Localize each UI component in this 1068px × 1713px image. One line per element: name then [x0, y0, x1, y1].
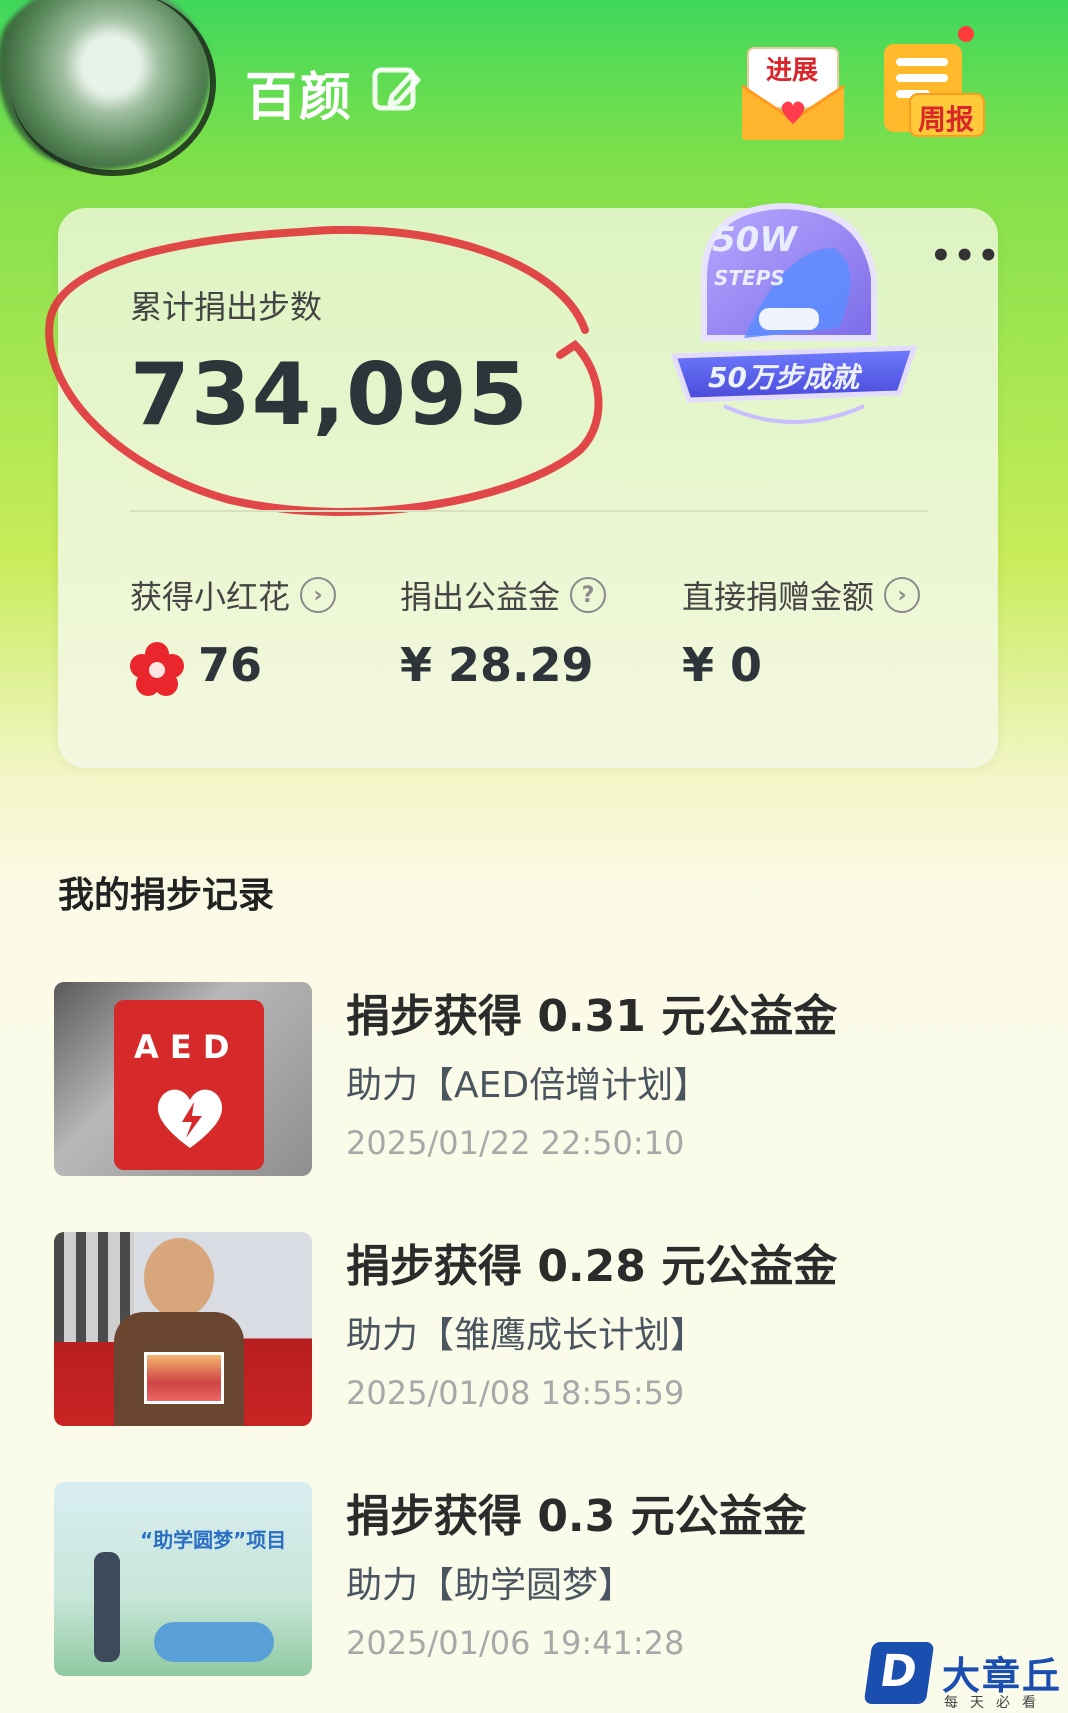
children-group: [154, 1622, 274, 1662]
badge-steps-text: STEPS: [714, 266, 785, 290]
record-title: 捐步获得 0.28 元公益金: [346, 1241, 838, 1292]
direct-donation-label: 直接捐赠金额: [682, 578, 875, 616]
record-thumbnail-study[interactable]: “助学圆梦”项目: [54, 1482, 312, 1676]
flowers-label: 获得小红花: [130, 578, 291, 616]
record-title: 捐步获得 0.3 元公益金: [346, 1491, 807, 1542]
arrow-right-circle-icon[interactable]: ›: [300, 577, 337, 613]
flowers-value: 76: [198, 638, 263, 692]
total-steps-value: 734,095: [130, 345, 529, 445]
arrow-right-circle-icon[interactable]: ›: [884, 577, 921, 613]
red-flower-icon: [130, 642, 184, 696]
heart-bolt-icon: [157, 1089, 223, 1148]
record-time: 2025/01/08 18:55:59: [346, 1374, 685, 1412]
record-project[interactable]: 助力【助学圆梦】: [346, 1556, 634, 1608]
watermark-logo: D: [863, 1642, 935, 1704]
records-section-title: 我的捐步记录: [58, 875, 275, 916]
watermark-sub: 每天必看: [944, 1695, 1048, 1711]
study-thumb-text: “助学圆梦”项目: [140, 1528, 287, 1552]
charity-fund-label: 捐出公益金: [400, 578, 561, 616]
achievement-badge[interactable]: 50W STEPS 50万步成就: [664, 188, 924, 448]
question-circle-icon[interactable]: ?: [570, 577, 607, 613]
record-thumbnail-aed[interactable]: A E D: [54, 982, 312, 1176]
direct-donation-label-group[interactable]: 直接捐赠金额 ›: [682, 572, 921, 618]
aed-text: A E D: [134, 1028, 230, 1066]
record-thumbnail-eagle[interactable]: [54, 1232, 312, 1426]
record-time: 2025/01/22 22:50:10: [346, 1124, 685, 1162]
total-steps-label: 累计捐出步数: [130, 288, 323, 326]
record-project[interactable]: 助力【雏鹰成长计划】: [346, 1306, 706, 1358]
drawing-paper: [144, 1352, 224, 1404]
record-title: 捐步获得 0.31 元公益金: [346, 991, 838, 1042]
badge-ribbon-text: 50万步成就: [708, 361, 859, 394]
direct-donation-value: ¥ 0: [682, 638, 763, 692]
record-project[interactable]: 助力【AED倍增计划】: [346, 1056, 709, 1108]
charity-fund-label-group[interactable]: 捐出公益金 ?: [400, 572, 607, 618]
card-divider: [130, 510, 928, 512]
badge-top-text: 50W: [712, 220, 797, 260]
child-face: [144, 1238, 214, 1318]
teacher-figure: [94, 1552, 120, 1662]
charity-fund-value: ¥ 28.29: [400, 638, 594, 692]
record-time: 2025/01/06 19:41:28: [346, 1624, 685, 1662]
flowers-label-group[interactable]: 获得小红花 ›: [130, 572, 337, 618]
